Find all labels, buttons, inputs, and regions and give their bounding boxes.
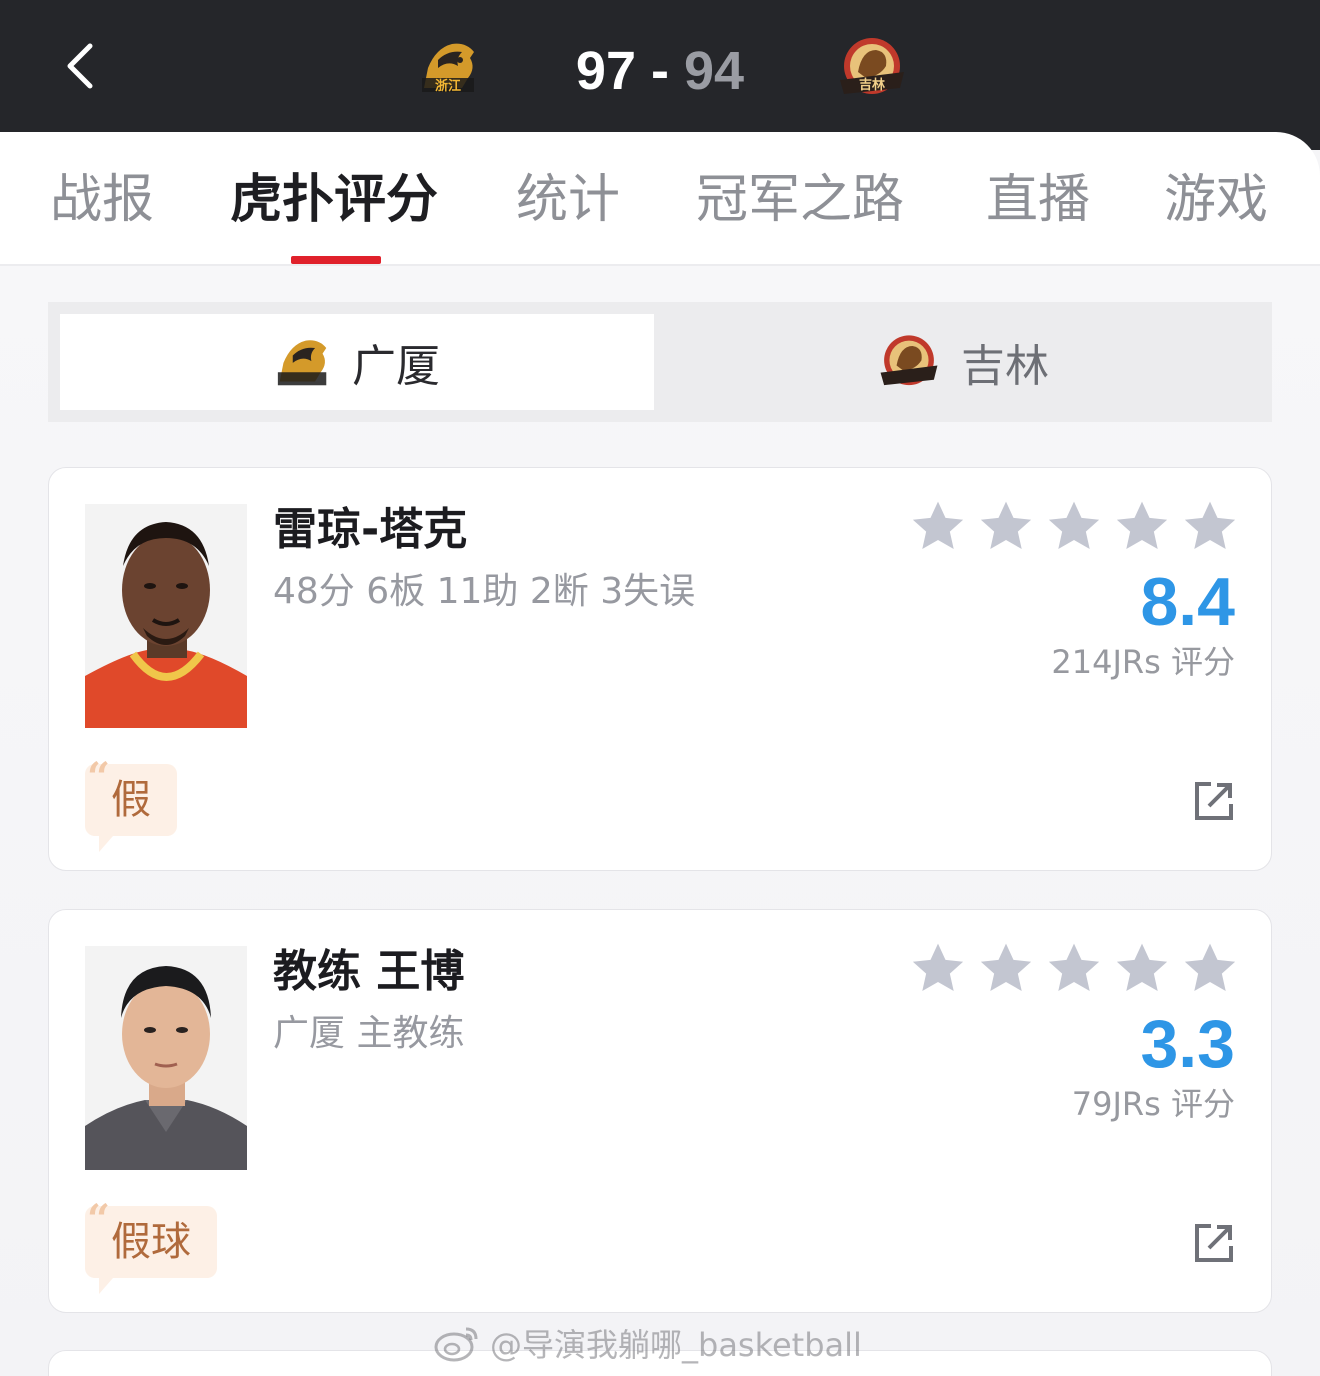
star-icon[interactable]: [1113, 498, 1171, 556]
zhejiang-team-logo-icon: [277, 340, 327, 386]
jilin-team-logo-icon: 吉林: [840, 38, 904, 94]
comment-tag[interactable]: “ 假: [85, 758, 177, 852]
tab-game[interactable]: 游戏: [1164, 168, 1268, 232]
share-icon[interactable]: [1193, 780, 1235, 822]
tab-champion-road[interactable]: 冠军之路: [696, 168, 904, 232]
home-score: 97: [575, 41, 636, 101]
player-rating-card[interactable]: 雷琼-塔克 48分 6板 11助 2断 3失误 8.4 214JRs 评分 “ …: [48, 467, 1272, 871]
zhejiang-team-logo-icon: 浙江: [422, 43, 474, 94]
top-bar: 浙江 97 - 94 吉林: [0, 0, 1320, 150]
active-tab-indicator: [291, 256, 381, 264]
tab-stats[interactable]: 统计: [516, 168, 620, 232]
score-separator: -: [636, 41, 684, 101]
team-option-away-label: 吉林: [961, 341, 1049, 392]
comment-tag-text: 假: [111, 777, 151, 823]
jilin-team-logo-icon: [880, 335, 938, 386]
team-switch: 广厦 吉林: [48, 302, 1272, 422]
team-option-away[interactable]: 吉林: [666, 314, 1260, 410]
tag-tail: [99, 836, 113, 852]
star-icon[interactable]: [1045, 498, 1103, 556]
player-name: 雷琼-塔克: [273, 504, 468, 555]
rating-score: 3.3: [1140, 1006, 1235, 1082]
star-rating[interactable]: [909, 940, 1239, 1000]
team-option-home-label: 广厦: [352, 341, 440, 392]
share-icon[interactable]: [1193, 1222, 1235, 1264]
tag-tail: [99, 1278, 113, 1294]
tab-hupu-rating[interactable]: 虎扑评分: [230, 168, 438, 232]
tab-live[interactable]: 直播: [986, 168, 1090, 232]
star-icon[interactable]: [1113, 940, 1171, 998]
coach-name: 教练 王博: [273, 946, 465, 997]
comment-tag[interactable]: “ 假球: [85, 1200, 217, 1294]
tab-report[interactable]: 战报: [50, 168, 154, 232]
comment-tag-text: 假球: [111, 1219, 191, 1265]
away-logo-text: 吉林: [859, 77, 885, 93]
quote-icon: “: [87, 1196, 111, 1243]
player-stats: 48分 6板 11助 2断 3失误: [273, 571, 696, 612]
home-logo-text: 浙江: [435, 78, 461, 94]
star-icon[interactable]: [1181, 498, 1239, 556]
quote-icon: “: [87, 754, 111, 801]
star-icon[interactable]: [1045, 940, 1103, 998]
star-icon[interactable]: [977, 940, 1035, 998]
watermark-text: @导演我躺哪_basketball: [490, 1326, 862, 1364]
coach-role: 广厦 主教练: [273, 1013, 465, 1054]
star-rating[interactable]: [909, 498, 1239, 558]
coach-photo: [85, 946, 247, 1170]
star-icon[interactable]: [1181, 940, 1239, 998]
player-photo: [85, 504, 247, 728]
star-icon[interactable]: [909, 940, 967, 998]
team-option-home[interactable]: 广厦: [60, 314, 654, 410]
chevron-left-icon: [67, 43, 93, 89]
coach-rating-card[interactable]: 教练 王博 广厦 主教练 3.3 79JRs 评分 “ 假球: [48, 909, 1272, 1313]
back-button[interactable]: [50, 36, 110, 96]
star-icon[interactable]: [977, 498, 1035, 556]
tab-bar: 战报 虎扑评分 统计 冠军之路 直播 游戏: [0, 132, 1320, 266]
weibo-icon: [434, 1327, 478, 1362]
rating-score: 8.4: [1140, 564, 1235, 640]
rating-count: 79JRs 评分: [1071, 1085, 1235, 1123]
star-icon[interactable]: [909, 498, 967, 556]
watermark: @导演我躺哪_basketball: [434, 1318, 862, 1368]
score: 97 - 94: [560, 36, 760, 106]
rating-count: 214JRs 评分: [1051, 643, 1235, 681]
away-score: 94: [684, 41, 745, 101]
